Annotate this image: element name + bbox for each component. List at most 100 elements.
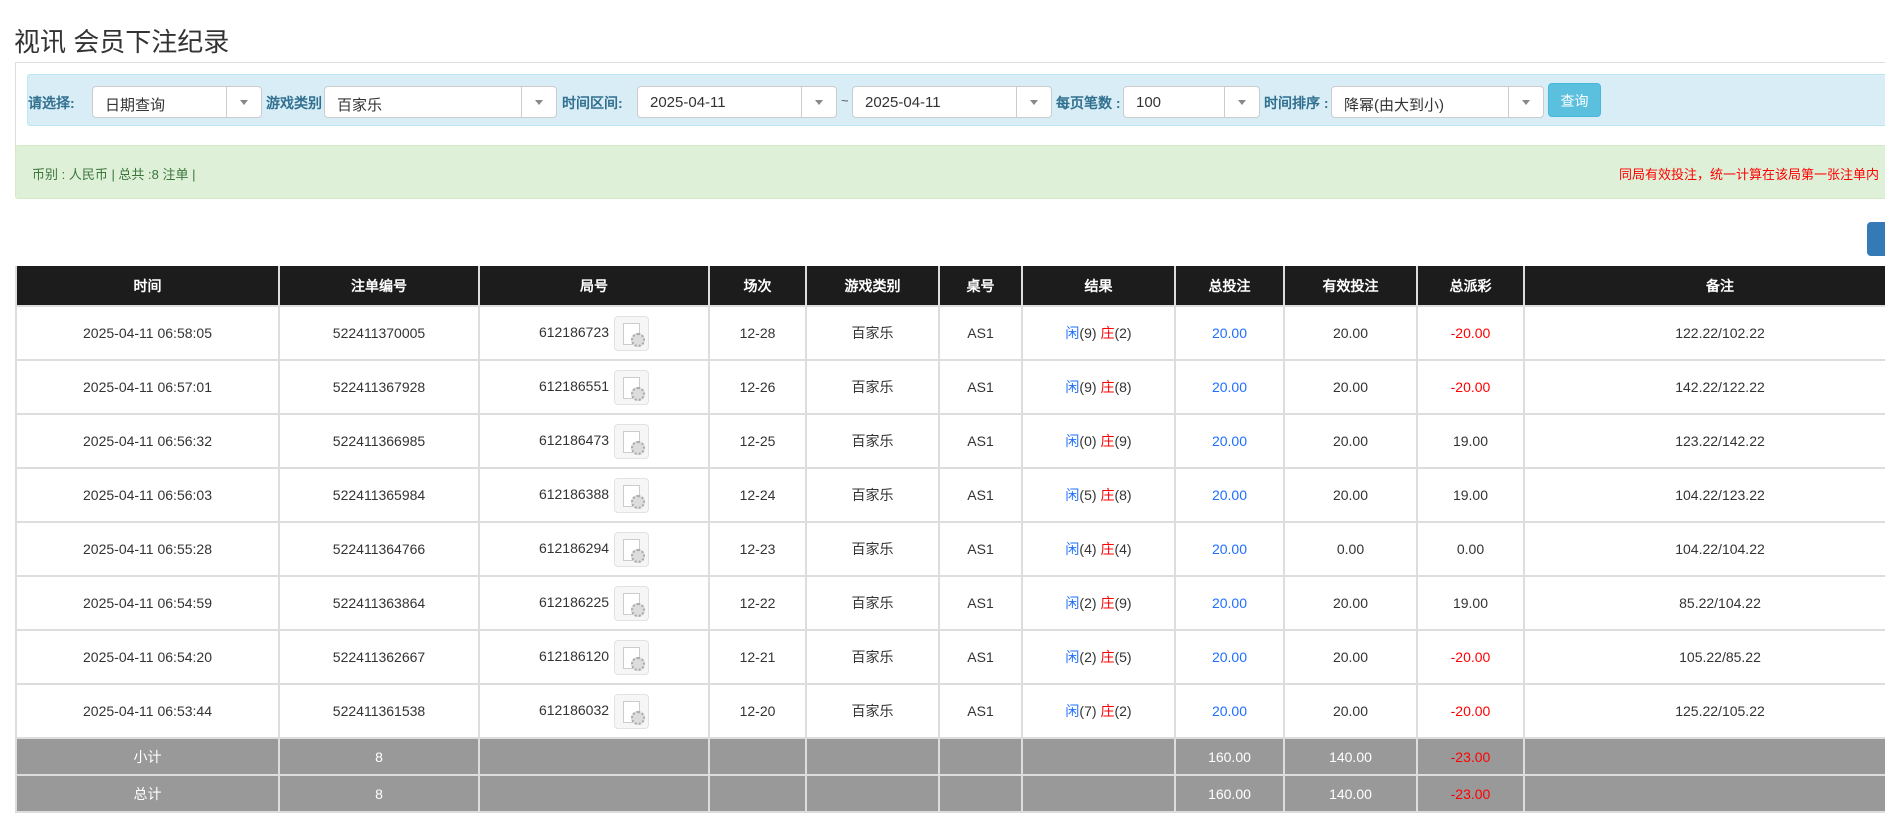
notice-text: 同局有效投注，统一计算在该局第一张注单内 [1619, 167, 1880, 182]
round-number: 612186032 [538, 701, 610, 718]
action-button[interactable] [1867, 222, 1885, 256]
table-row: 2025-04-11 06:56:32 522411366985 612186473… [15, 413, 1885, 469]
column-header[interactable]: 总投注 [1174, 266, 1285, 307]
note-cell: 142.22/122.22 [1523, 359, 1885, 415]
column-header[interactable]: 注单编号 [278, 266, 480, 307]
banker-label: 庄 [1100, 649, 1115, 665]
valid-bet-cell: 20.00 [1283, 467, 1418, 523]
subtotal-row: 小计 8 160.00 140.00 -23.00 [15, 737, 1885, 776]
video-replay-icon[interactable] [614, 315, 650, 351]
time-cell: 2025-04-11 06:54:20 [15, 629, 280, 685]
game-type-cell: 百家乐 [805, 467, 940, 523]
player-label: 闲 [1065, 541, 1080, 557]
bet-id-cell: 522411365984 [278, 467, 480, 523]
video-replay-icon[interactable] [614, 639, 650, 675]
query-type-select[interactable]: 日期查询 [92, 86, 262, 118]
banker-label: 庄 [1100, 433, 1115, 449]
player-points: (2) [1079, 649, 1097, 665]
per-page-select[interactable]: 100 [1123, 86, 1260, 118]
query-button[interactable]: 查询 [1548, 83, 1601, 117]
banker-points: (4) [1114, 541, 1132, 557]
table-row: 2025-04-11 06:56:03 522411365984 612186388… [15, 467, 1885, 523]
total-bet-cell: 20.00 [1174, 629, 1285, 685]
column-header[interactable]: 时间 [15, 266, 280, 307]
round-cell: 612186032 [478, 683, 710, 739]
sum-label-cell: 小计 [15, 737, 280, 776]
column-header[interactable]: 备注 [1523, 266, 1885, 307]
video-replay-icon[interactable] [614, 693, 650, 729]
result-cell: 闲(0) 庄(9) [1021, 413, 1176, 469]
banker-label: 庄 [1100, 325, 1115, 341]
session-cell: 12-21 [708, 629, 807, 685]
column-header[interactable]: 结果 [1021, 266, 1176, 307]
note-cell: 85.22/104.22 [1523, 575, 1885, 631]
table-number-cell: AS1 [938, 305, 1023, 361]
note-cell: 105.22/85.22 [1523, 629, 1885, 685]
chevron-down-icon [226, 87, 261, 117]
banker-points: (2) [1114, 325, 1132, 341]
session-cell: 12-25 [708, 413, 807, 469]
bet-records-table: 时间 注单编号 局号 场次 游戏类别 桌号 结果 总投注 有效投注 总派彩 备注 2025-04-1… [15, 266, 1885, 813]
video-replay-icon[interactable] [614, 369, 650, 405]
round-number: 612186551 [538, 377, 610, 394]
empty-cell [478, 774, 710, 813]
video-replay-icon[interactable] [614, 477, 650, 513]
round-cell: 612186388 [478, 467, 710, 523]
empty-cell [1523, 737, 1885, 776]
sum-valid-cell: 140.00 [1283, 774, 1418, 813]
time-cell: 2025-04-11 06:56:03 [15, 467, 280, 523]
total-bet-cell: 20.00 [1174, 413, 1285, 469]
date-to-select[interactable]: 2025-04-11 [852, 86, 1052, 118]
table-row: 2025-04-11 06:55:28 522411364766 612186294… [15, 521, 1885, 577]
game-type-select[interactable]: 百家乐 [324, 86, 557, 118]
result-cell: 闲(2) 庄(9) [1021, 575, 1176, 631]
chevron-down-icon [521, 87, 556, 117]
date-to-value: 2025-04-11 [865, 94, 941, 111]
round-number: 612186120 [538, 647, 610, 664]
empty-cell [1523, 774, 1885, 813]
empty-cell [938, 737, 1023, 776]
game-type-label: 游戏类别 [266, 95, 322, 111]
banker-points: (2) [1114, 703, 1132, 719]
payout-cell: -20.00 [1416, 305, 1525, 361]
sort-label: 时间排序 : [1264, 95, 1329, 111]
column-header[interactable]: 有效投注 [1283, 266, 1418, 307]
column-header[interactable]: 场次 [708, 266, 807, 307]
note-cell: 122.22/102.22 [1523, 305, 1885, 361]
player-label: 闲 [1065, 433, 1080, 449]
round-number: 612186723 [538, 323, 610, 340]
column-header[interactable]: 游戏类别 [805, 266, 940, 307]
player-points: (4) [1079, 541, 1097, 557]
payout-cell: 19.00 [1416, 413, 1525, 469]
video-replay-icon[interactable] [614, 531, 650, 567]
bet-id-cell: 522411370005 [278, 305, 480, 361]
total-bet-cell: 20.00 [1174, 305, 1285, 361]
filter-bar: 请选择: 日期查询 游戏类别 百家乐 时间区间: 2025-04-11 ~ 20… [27, 74, 1885, 126]
date-from-select[interactable]: 2025-04-11 [637, 86, 837, 118]
note-cell: 123.22/142.22 [1523, 413, 1885, 469]
column-header[interactable]: 总派彩 [1416, 266, 1525, 307]
table-number-cell: AS1 [938, 575, 1023, 631]
note-cell: 125.22/105.22 [1523, 683, 1885, 739]
chevron-down-icon [1224, 87, 1259, 117]
video-replay-icon[interactable] [614, 423, 650, 459]
table-row: 2025-04-11 06:57:01 522411367928 612186551… [15, 359, 1885, 415]
result-cell: 闲(4) 庄(4) [1021, 521, 1176, 577]
round-cell: 612186225 [478, 575, 710, 631]
player-points: (7) [1079, 703, 1097, 719]
round-cell: 612186723 [478, 305, 710, 361]
per-page-label: 每页笔数 : [1056, 95, 1121, 111]
player-points: (9) [1079, 325, 1097, 341]
video-replay-icon[interactable] [614, 585, 650, 621]
game-type-cell: 百家乐 [805, 359, 940, 415]
payout-cell: 0.00 [1416, 521, 1525, 577]
column-header[interactable]: 桌号 [938, 266, 1023, 307]
round-number: 612186225 [538, 593, 610, 610]
column-header[interactable]: 局号 [478, 266, 710, 307]
player-points: (0) [1079, 433, 1097, 449]
sort-select[interactable]: 降幂(由大到小) [1331, 86, 1544, 118]
player-label: 闲 [1065, 487, 1080, 503]
select-label: 请选择: [28, 95, 75, 111]
payout-cell: 19.00 [1416, 467, 1525, 523]
empty-cell [478, 737, 710, 776]
